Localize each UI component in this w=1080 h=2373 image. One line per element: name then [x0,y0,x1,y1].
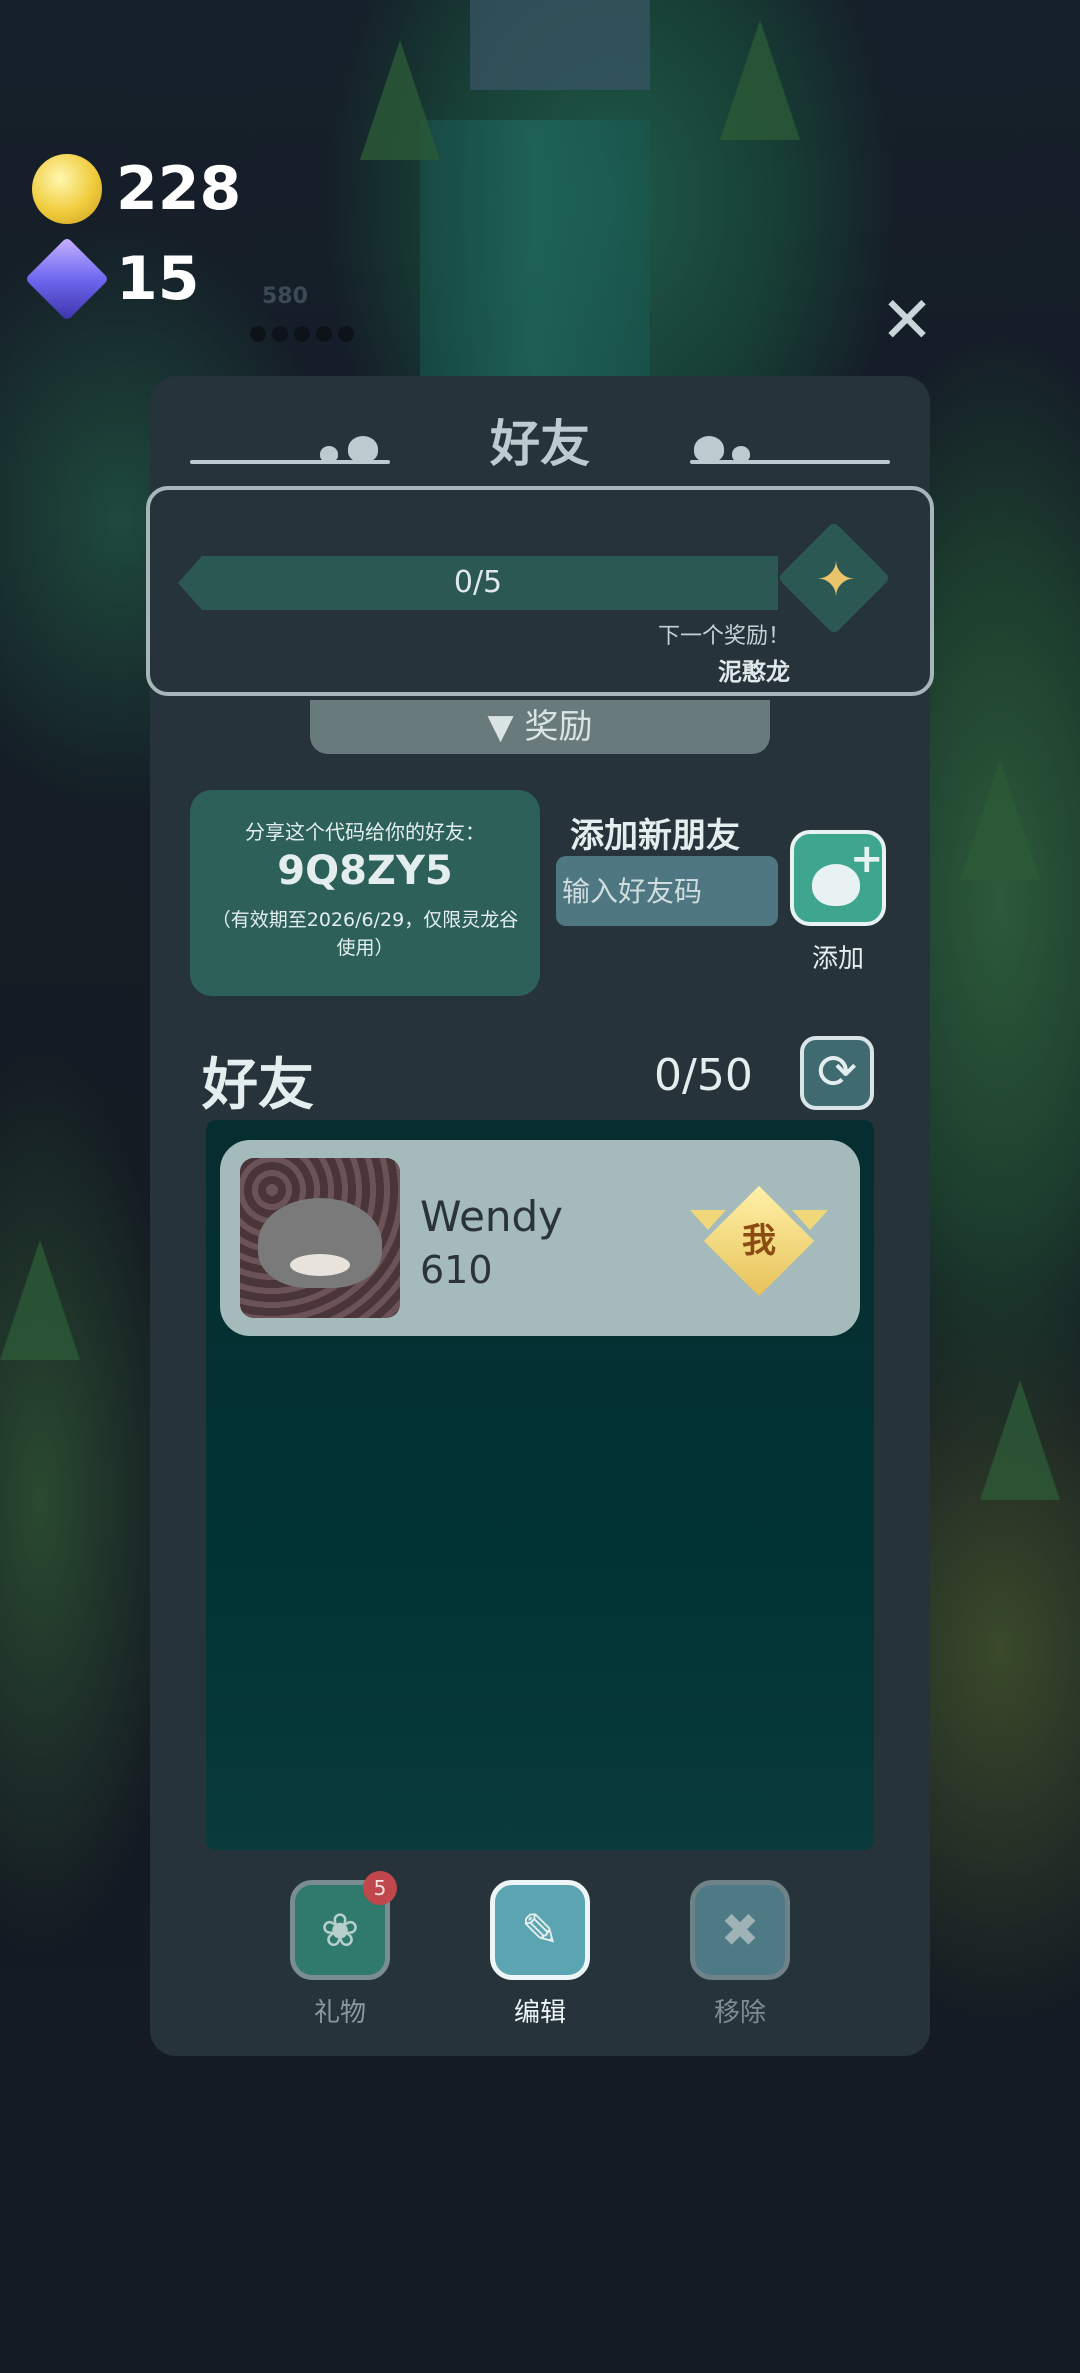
friend-score: 610 [420,1248,493,1292]
remove-label: 移除 [713,1998,766,2028]
panel-header: 好友 [150,404,930,474]
refresh-button[interactable]: ⟳ [800,1036,874,1110]
add-friend-title: 添加新朋友 [570,816,740,856]
gift-button[interactable]: ❀ 5 [290,1871,397,1980]
gift-action[interactable]: ❀ 5 礼物 [290,1871,397,2029]
reward-name: 泥憨龙 [718,658,790,686]
next-reward-label: 下一个奖励！ [657,624,790,649]
cat-decoration-right [690,432,890,472]
sky-patch [470,0,650,90]
refresh-icon: ⟳ [816,1044,858,1100]
gem-icon [24,236,110,322]
gift-count-badge: 5 [363,1871,397,1905]
friend-name: Wendy [420,1192,564,1241]
remove-action[interactable]: ✖ 移除 [690,1880,790,2029]
coin-icon [32,154,102,224]
edit-icon: ✎ [520,1903,560,1957]
edit-label: 编辑 [513,1998,566,2028]
pine-tree [960,760,1040,880]
rewards-tab[interactable]: ▼ 奖励 [310,700,770,754]
coin-value: 228 [116,154,242,224]
remove-friend-icon: ✖ [720,1903,760,1957]
dragon-reward-icon: ✦ [815,552,857,608]
pine-tree [360,40,440,160]
edit-button[interactable]: ✎ [490,1880,590,1980]
remove-button[interactable]: ✖ [690,1880,790,1980]
share-label: 分享这个代码给你的好友： [245,820,485,844]
friend-code[interactable]: 9Q8ZY5 [190,848,540,894]
waterfall [420,120,650,380]
list-item[interactable]: Wendy 610 我 [220,1140,860,1336]
friends-panel: 好友 0/5 ✦ 下一个奖励！ 泥憨龙 ▼ 奖励 分享这个代码给你的好友： 9Q… [146,376,934,2056]
action-bar: ❀ 5 礼物 ✎ 编辑 ✖ 移除 [150,1871,930,2030]
share-code-card: 分享这个代码给你的好友： 9Q8ZY5 （有效期至2026/6/29，仅限灵龙谷… [190,790,540,996]
friends-heading: 好友 [202,1053,314,1118]
share-note: （有效期至2026/6/29，仅限灵龙谷使用） [211,909,519,959]
add-friend-button[interactable]: + [790,830,886,926]
progress-text: 0/5 [453,565,503,600]
plus-icon: + [850,836,884,882]
friends-list[interactable]: Wendy 610 我 [206,1120,874,1850]
gift-label: 礼物 [313,1998,366,2028]
friend-code-input[interactable] [556,856,778,926]
friends-count: 0/50 [654,1050,753,1101]
close-button[interactable]: ✕ [878,289,936,353]
gem-counter: 15 [24,236,200,322]
background-score: 580 [262,284,308,309]
coin-counter: 228 [32,154,241,224]
pine-tree [720,20,800,140]
reward-progress-box: 0/5 ✦ 下一个奖励！ 泥憨龙 [146,486,934,696]
pine-tree [0,1240,80,1360]
me-badge-label: 我 [742,1221,776,1261]
edit-action[interactable]: ✎ 编辑 [490,1880,590,2029]
pine-tree [980,1380,1060,1500]
avatar [240,1158,400,1318]
add-friend-label: 添加 [811,944,864,974]
background-dots [250,326,354,342]
gem-value: 15 [116,244,200,314]
